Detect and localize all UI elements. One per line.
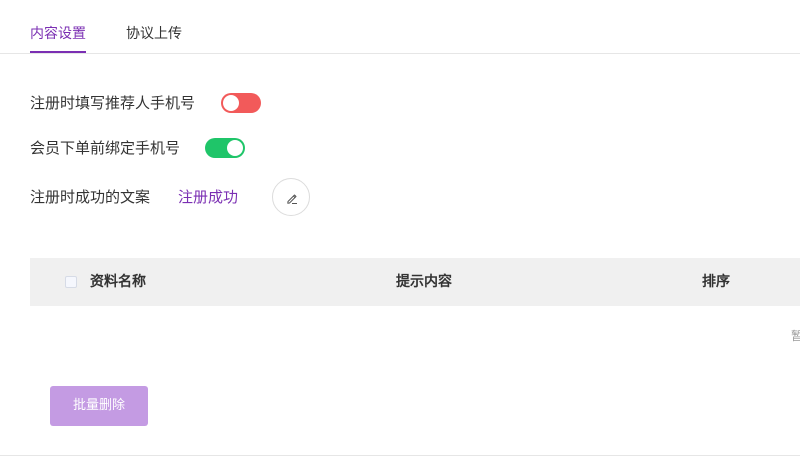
table-header: 资料名称 提示内容 排序 [30,258,800,306]
success-copy-label: 注册时成功的文案 [30,188,151,206]
bottom-divider [0,455,800,456]
column-header-sort: 排序 [702,274,730,290]
edit-success-copy-button[interactable] [272,178,310,216]
select-all-checkbox[interactable] [65,276,77,288]
success-copy-value: 注册成功 [178,188,239,206]
column-header-tip: 提示内容 [396,274,452,290]
tab-bar: 内容设置 协议上传 [0,0,800,54]
table-empty-text: 暂 [791,329,800,343]
content-settings-page: 内容设置 协议上传 注册时填写推荐人手机号 会员下单前绑定手机号 注册时成功的文… [0,0,800,457]
bind-phone-label: 会员下单前绑定手机号 [30,139,181,157]
toggle-knob [223,95,239,111]
referrer-phone-toggle[interactable] [221,93,261,113]
tab-agreement-upload[interactable]: 协议上传 [126,24,182,44]
referrer-phone-label: 注册时填写推荐人手机号 [30,94,196,112]
pencil-icon [287,194,297,204]
tab-content-settings[interactable]: 内容设置 [30,24,86,44]
bind-phone-toggle[interactable] [205,138,245,158]
batch-delete-button[interactable]: 批量删除 [50,386,148,426]
column-header-name: 资料名称 [90,274,146,290]
active-tab-indicator [30,51,86,53]
toggle-knob [227,140,243,156]
